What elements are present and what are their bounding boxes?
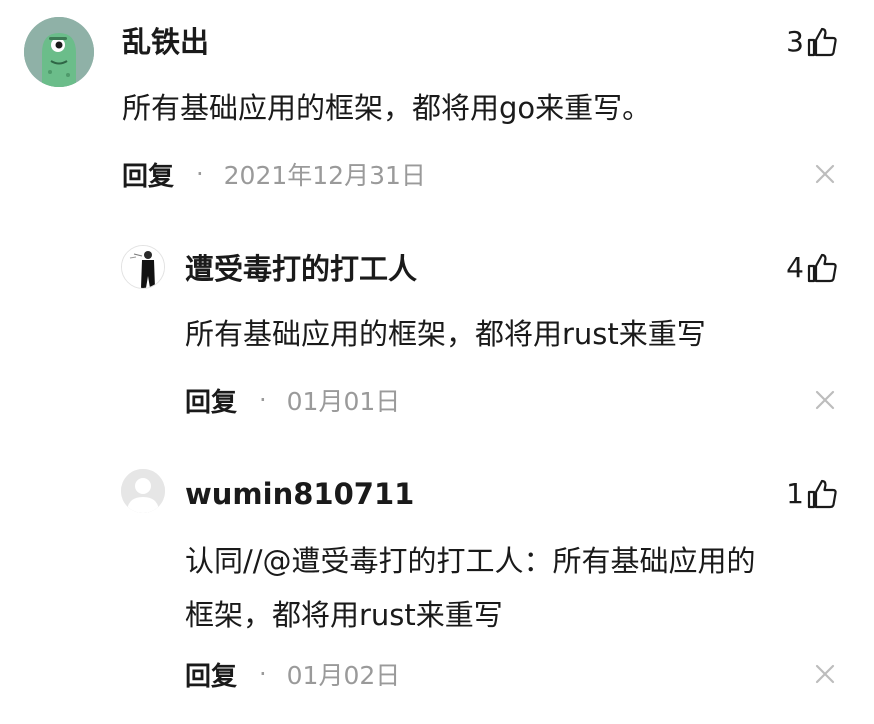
comment-date: 01月02日 <box>286 661 401 690</box>
reply-button[interactable]: 回复 <box>122 156 174 193</box>
close-icon[interactable] <box>814 163 836 185</box>
comment-date: 2021年12月31日 <box>223 161 426 190</box>
comment-text: 所有基础应用的框架，都将用rust来重写 <box>185 310 706 358</box>
like-button[interactable]: 1 <box>786 474 838 514</box>
reply-button[interactable]: 回复 <box>185 656 237 693</box>
comment-text: 所有基础应用的框架，都将用go来重写。 <box>122 84 651 132</box>
like-button[interactable]: 3 <box>786 22 838 62</box>
avatar[interactable] <box>24 17 94 87</box>
suit-figure-avatar-icon <box>122 246 164 288</box>
comment-text-line: 框架，都将用rust来重写 <box>185 598 503 632</box>
close-icon[interactable] <box>814 663 836 685</box>
comment-text: 认同//@遭受毒打的打工人：所有基础应用的 框架，都将用rust来重写 <box>185 534 756 642</box>
comment-text-line: 认同//@遭受毒打的打工人：所有基础应用的 <box>185 544 756 578</box>
comment-meta: 回复 · 01月02日 <box>185 654 400 694</box>
default-user-avatar-icon <box>121 469 165 513</box>
like-count: 4 <box>786 251 804 284</box>
reply-button[interactable]: 回复 <box>185 382 237 419</box>
separator-dot: · <box>196 160 204 188</box>
close-icon[interactable] <box>814 389 836 411</box>
username[interactable]: wumin810711 <box>185 474 414 514</box>
comment-date: 01月01日 <box>286 387 401 416</box>
separator-dot: · <box>259 660 267 688</box>
green-monster-avatar-icon <box>24 17 94 87</box>
comment-meta: 回复 · 01月01日 <box>185 380 400 420</box>
comment-text-line: 所有基础应用的框架，都将用rust来重写 <box>185 317 706 351</box>
like-count: 1 <box>786 477 804 510</box>
avatar[interactable] <box>121 469 165 513</box>
thumbs-up-icon <box>807 253 837 283</box>
comment-text-line: 所有基础应用的框架，都将用go来重写。 <box>122 91 652 125</box>
avatar[interactable] <box>121 245 165 289</box>
like-count: 3 <box>786 25 804 58</box>
username[interactable]: 遭受毒打的打工人 <box>185 249 417 289</box>
comment-meta: 回复 · 2021年12月31日 <box>122 154 426 194</box>
thumbs-up-icon <box>807 479 837 509</box>
thumbs-up-icon <box>807 27 837 57</box>
username[interactable]: 乱铁出 <box>122 22 209 62</box>
like-button[interactable]: 4 <box>786 248 838 288</box>
separator-dot: · <box>259 386 267 414</box>
